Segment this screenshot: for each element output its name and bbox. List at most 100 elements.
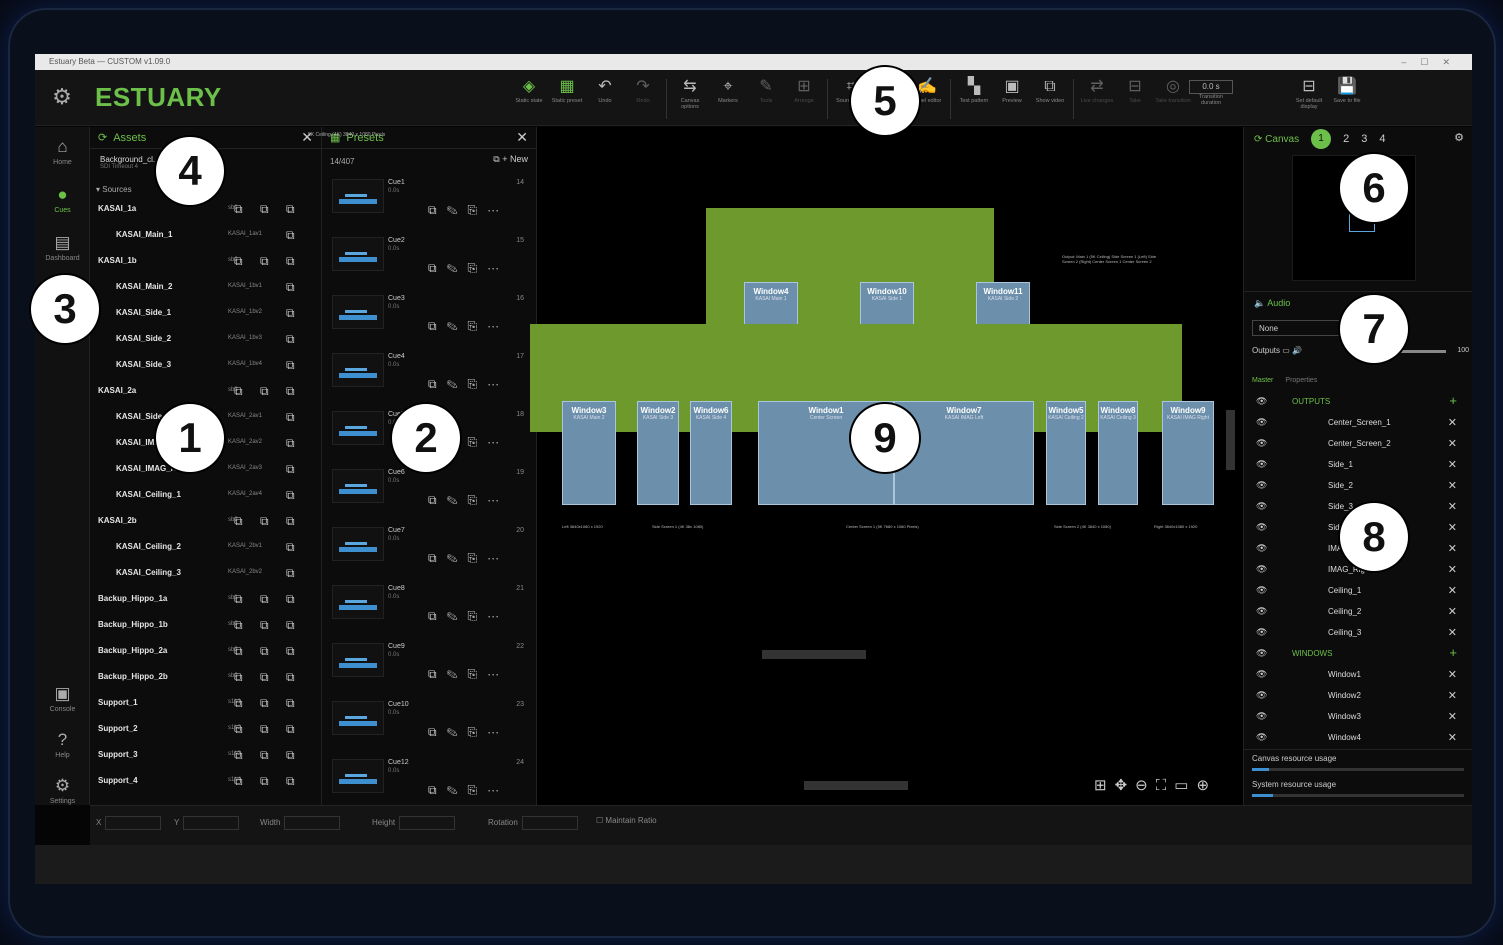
eye-icon[interactable]: 👁: [1256, 627, 1267, 638]
preset-thumbnail[interactable]: [332, 759, 384, 793]
toolbar-button-preview[interactable]: ▣ Preview: [993, 76, 1031, 122]
zoom-out-icon[interactable]: ⊖: [1135, 777, 1156, 794]
preset-actions[interactable]: ⧉✎⎘⋯: [428, 609, 509, 624]
toolbar-button-layout[interactable]: ▦ Static preset: [548, 76, 586, 122]
add-to-canvas-icon[interactable]: ⧉: [260, 722, 269, 737]
add-to-canvas-icon[interactable]: ⧉: [286, 514, 295, 529]
preset-thumbnail[interactable]: [332, 411, 384, 445]
preset-actions[interactable]: ⧉✎⎘⋯: [428, 493, 509, 508]
layer-group-outputs[interactable]: 👁 OUTPUTS +: [1244, 391, 1472, 412]
close-icon[interactable]: ✕: [1448, 668, 1457, 681]
eye-icon[interactable]: 👁: [1256, 501, 1267, 512]
toolbar-button-take[interactable]: ⊟ Take: [1116, 76, 1154, 122]
layer-row[interactable]: 👁 Window1 ✕: [1244, 664, 1472, 685]
preset-actions[interactable]: ⧉✎⎘⋯: [428, 725, 509, 740]
layer-row[interactable]: 👁 Ceiling_2 ✕: [1244, 601, 1472, 622]
add-to-canvas-icon[interactable]: ⧉: [260, 254, 269, 269]
close-icon[interactable]: ✕: [1448, 626, 1457, 639]
close-icon[interactable]: ✕: [1448, 605, 1457, 618]
add-to-canvas-icon[interactable]: ⧉: [234, 384, 243, 399]
canvas-window[interactable]: Window5 KASAI Ceiling 2: [1046, 401, 1086, 505]
toolbar-button-tools[interactable]: ✎ Tools: [747, 76, 785, 122]
add-to-canvas-icon[interactable]: ⧉: [286, 670, 295, 685]
preset-actions[interactable]: ⧉✎⎘⋯: [428, 667, 509, 682]
height-field[interactable]: Height: [372, 816, 456, 830]
canvas-window[interactable]: Window6 KASAI Side 4: [690, 401, 732, 505]
canvas-hscroll[interactable]: [804, 781, 908, 790]
add-to-canvas-icon[interactable]: ⧉: [234, 696, 243, 711]
asset-row[interactable]: Backup_Hippo_2b sb2 ⧉ ⧉ ⧉: [90, 664, 321, 690]
layer-row[interactable]: 👁 Side_1 ✕: [1244, 454, 1472, 475]
frame-icon[interactable]: ▭: [1174, 777, 1196, 794]
close-icon[interactable]: ✕: [1448, 500, 1457, 513]
close-icon[interactable]: ✕: [1448, 563, 1457, 576]
add-to-canvas-icon[interactable]: ⧉: [286, 488, 295, 503]
fit-icon[interactable]: ⛶: [1156, 777, 1175, 794]
preset-actions[interactable]: ⧉✎⎘⋯: [428, 261, 509, 276]
layer-row[interactable]: 👁 Ceiling_1 ✕: [1244, 580, 1472, 601]
toolbar-button-redo[interactable]: ↷ Redo: [624, 76, 662, 122]
add-to-canvas-icon[interactable]: ⧉: [286, 644, 295, 659]
canvas-window[interactable]: Window9 KASAI IMAG Right: [1162, 401, 1214, 505]
add-to-canvas-icon[interactable]: ⧉: [286, 358, 295, 373]
add-to-canvas-icon[interactable]: ⧉: [260, 748, 269, 763]
new-preset-button[interactable]: ⧉ + New: [493, 154, 528, 165]
canvas-window[interactable]: Window2 KASAI Side 3: [637, 401, 679, 505]
preset-row[interactable]: Cue1 0.0s 14 ⧉✎⎘⋯: [322, 173, 536, 231]
toolbar-button-take-transition[interactable]: ◎ Take transition: [1154, 76, 1192, 122]
canvas-hscroll[interactable]: [762, 650, 866, 659]
add-to-canvas-icon[interactable]: ⧉: [260, 644, 269, 659]
add-to-canvas-icon[interactable]: ⧉: [260, 618, 269, 633]
nav-item-dashboard[interactable]: ▤ Dashboard: [35, 223, 90, 271]
add-to-canvas-icon[interactable]: ⧉: [286, 748, 295, 763]
preset-row[interactable]: Cue10 0.0s 23 ⧉✎⎘⋯: [322, 695, 536, 753]
add-to-canvas-icon[interactable]: ⧉: [234, 202, 243, 217]
preset-thumbnail[interactable]: [332, 295, 384, 329]
asset-row[interactable]: KASAI_Side_1 KASAI_1bv2 ⧉: [90, 300, 321, 326]
maintain-ratio-checkbox[interactable]: ☐ Maintain Ratio: [596, 816, 657, 825]
asset-row[interactable]: KASAI_Side_3 KASAI_1bv4 ⧉: [90, 352, 321, 378]
width-field[interactable]: Width: [260, 816, 341, 830]
gear-icon[interactable]: ⚙: [1454, 131, 1464, 144]
add-to-canvas-icon[interactable]: ⧉: [286, 332, 295, 347]
nav-item-settings[interactable]: ⚙ Settings: [35, 767, 90, 813]
close-icon[interactable]: ✕: [1448, 584, 1457, 597]
asset-row[interactable]: KASAI_Side_2 KASAI_1bv3 ⧉: [90, 326, 321, 352]
add-to-canvas-icon[interactable]: ⧉: [234, 722, 243, 737]
toolbar-button-set-default-display[interactable]: ⊟ Set default display: [1290, 76, 1328, 122]
add-to-canvas-icon[interactable]: ⧉: [234, 644, 243, 659]
monitor-icon[interactable]: ▭: [1282, 346, 1290, 355]
asset-row[interactable]: Backup_Hippo_1b sb2 ⧉ ⧉ ⧉: [90, 612, 321, 638]
preset-row[interactable]: Cue8 0.0s 21 ⧉✎⎘⋯: [322, 579, 536, 637]
asset-row[interactable]: KASAI_2b sb2 ⧉ ⧉ ⧉: [90, 508, 321, 534]
y-field[interactable]: Y: [174, 816, 240, 830]
layer-row[interactable]: 👁 Center_Screen_1 ✕: [1244, 412, 1472, 433]
add-to-canvas-icon[interactable]: ⧉: [234, 618, 243, 633]
preset-thumbnail[interactable]: [332, 353, 384, 387]
asset-row[interactable]: Support_3 s1h3 ⧉ ⧉ ⧉: [90, 742, 321, 768]
asset-row[interactable]: Backup_Hippo_2a sb3 ⧉ ⧉ ⧉: [90, 638, 321, 664]
eye-icon[interactable]: 👁: [1256, 543, 1267, 554]
toolbar-button-save[interactable]: 💾 Save to file: [1328, 76, 1366, 122]
preset-row[interactable]: Cue12 0.0s 24 ⧉✎⎘⋯: [322, 753, 536, 811]
layer-row[interactable]: 👁 Center_Screen_2 ✕: [1244, 433, 1472, 454]
toolbar-button-show-video[interactable]: ⧉ Show video: [1031, 76, 1069, 122]
add-to-canvas-icon[interactable]: ⧉: [234, 774, 243, 789]
close-icon[interactable]: ✕: [1448, 479, 1457, 492]
layer-row[interactable]: 👁 Window4 ✕: [1244, 727, 1472, 748]
asset-row[interactable]: KASAI_Main_2 KASAI_1bv1 ⧉: [90, 274, 321, 300]
canvas-tab-2[interactable]: 2: [1343, 133, 1349, 145]
canvas-tab-1[interactable]: 1: [1311, 129, 1332, 149]
layer-row[interactable]: 👁 Window3 ✕: [1244, 706, 1472, 727]
asset-row[interactable]: Support_4 s1h4 ⧉ ⧉ ⧉: [90, 768, 321, 794]
layer-row[interactable]: 👁 Window2 ✕: [1244, 685, 1472, 706]
add-to-canvas-icon[interactable]: ⧉: [286, 540, 295, 555]
canvas-window[interactable]: Window3 KASAI Main 2: [562, 401, 616, 505]
nav-item-cues[interactable]: ● Cues: [35, 175, 90, 223]
layer-row[interactable]: 👁 Side_2 ✕: [1244, 475, 1472, 496]
grid-icon[interactable]: ⊞: [1094, 777, 1115, 794]
eye-icon[interactable]: 👁: [1256, 417, 1267, 428]
close-icon[interactable]: ✕: [1448, 710, 1457, 723]
canvas-vscroll[interactable]: [1226, 410, 1235, 470]
add-to-canvas-icon[interactable]: ⧉: [234, 748, 243, 763]
